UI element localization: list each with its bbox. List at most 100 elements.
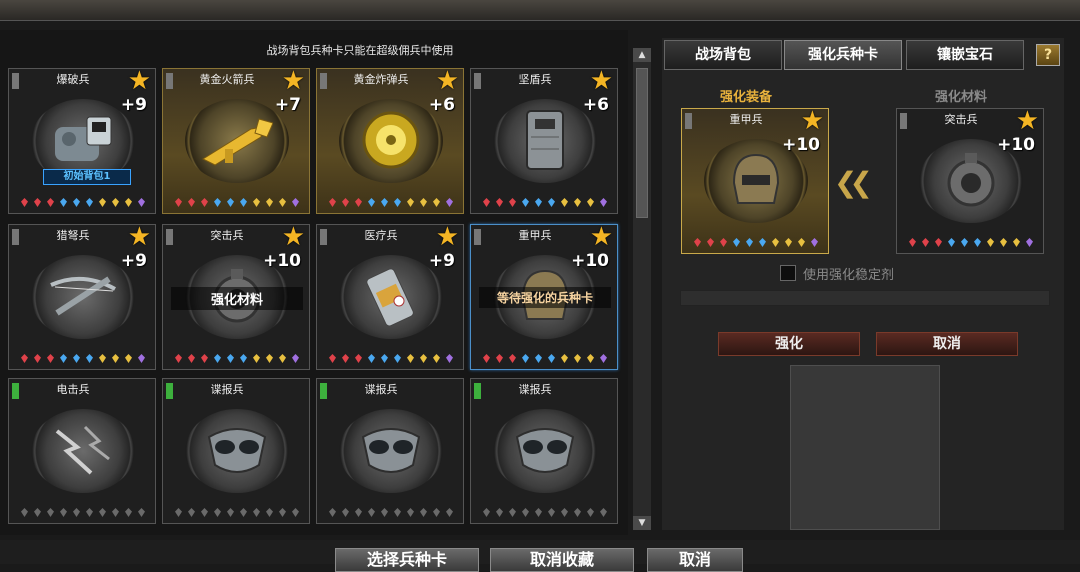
spy-mask-icon	[355, 419, 427, 481]
stabilizer-checkbox[interactable]	[780, 265, 796, 281]
gem-icon	[1000, 238, 1007, 247]
assault-gear-icon	[935, 149, 1007, 211]
gem-icon	[47, 198, 54, 207]
soldier-card[interactable]: 重甲兵 ★ +10 等待强化的兵种卡	[470, 224, 618, 370]
card-level: +9	[428, 251, 455, 271]
gem-icon	[483, 198, 490, 207]
gem-icon	[175, 354, 182, 363]
gem-icon	[720, 238, 727, 247]
gem-icon	[60, 198, 67, 207]
gem-icon	[47, 354, 54, 363]
enhance-progress-bar	[680, 290, 1050, 306]
enhance-target-slot[interactable]: 重甲兵 ★ +10	[681, 108, 829, 254]
card-name: 重甲兵	[729, 113, 763, 126]
gem-icon	[292, 198, 299, 207]
help-icon[interactable]: ?	[1036, 44, 1060, 66]
soldier-card[interactable]: 谍报兵	[316, 378, 464, 524]
gem-slots	[175, 354, 299, 364]
gem-icon	[34, 198, 41, 207]
tab-inlay-gem[interactable]: 镶嵌宝石	[906, 40, 1024, 70]
star-icon: ★	[127, 222, 151, 252]
gem-icon	[446, 508, 453, 517]
soldier-card[interactable]: 突击兵 ★ +10 强化材料	[162, 224, 310, 370]
gem-icon	[125, 198, 132, 207]
gem-icon	[407, 198, 414, 207]
gem-icon	[574, 508, 581, 517]
card-name: 突击兵	[944, 113, 978, 126]
gem-icon	[329, 354, 336, 363]
card-level: +9	[120, 95, 147, 115]
gem-icon	[73, 198, 80, 207]
tab-enhance-card[interactable]: 强化兵种卡	[784, 40, 902, 70]
gem-icon	[253, 354, 260, 363]
tab-battle-backpack[interactable]: 战场背包	[664, 40, 782, 70]
gem-icon	[574, 354, 581, 363]
gem-icon	[201, 508, 208, 517]
gem-icon	[73, 508, 80, 517]
star-icon: ★	[589, 66, 613, 96]
card-name: 黄金火箭兵	[199, 73, 255, 86]
gem-icon	[279, 198, 286, 207]
gem-icon	[446, 354, 453, 363]
gem-icon	[125, 354, 132, 363]
gem-icon	[292, 508, 299, 517]
card-name: 坚盾兵	[518, 73, 552, 86]
soldier-card[interactable]: 坚盾兵 ★ +6	[470, 68, 618, 214]
gem-icon	[446, 198, 453, 207]
gem-slots	[483, 508, 607, 518]
soldier-card[interactable]: 谍报兵	[162, 378, 310, 524]
select-card-button[interactable]: 选择兵种卡	[335, 548, 479, 572]
gem-icon	[21, 198, 28, 207]
gem-icon	[509, 508, 516, 517]
card-name: 谍报兵	[518, 383, 552, 396]
card-name: 猎弩兵	[56, 229, 90, 242]
gem-icon	[355, 508, 362, 517]
gem-icon	[974, 238, 981, 247]
unfavorite-button[interactable]: 取消收藏	[490, 548, 634, 572]
gem-icon	[227, 198, 234, 207]
gem-icon	[138, 354, 145, 363]
inventory-scrollbar[interactable]: ▲ ▼	[633, 48, 651, 530]
gem-slots	[329, 508, 453, 518]
gem-icon	[509, 198, 516, 207]
soldier-card[interactable]: 谍报兵	[470, 378, 618, 524]
enhance-button[interactable]: 强化	[718, 332, 860, 356]
scroll-up-icon[interactable]: ▲	[633, 48, 651, 62]
gem-icon	[707, 238, 714, 247]
card-name: 医疗兵	[364, 229, 398, 242]
cancel-enhance-button[interactable]: 取消	[876, 332, 1018, 356]
gem-icon	[86, 508, 93, 517]
soldier-card[interactable]: 黄金火箭兵 ★ +7	[162, 68, 310, 214]
gem-icon	[342, 354, 349, 363]
card-name: 电击兵	[56, 383, 90, 396]
gem-slots	[483, 354, 607, 364]
scroll-down-icon[interactable]: ▼	[633, 516, 651, 530]
gem-icon	[483, 508, 490, 517]
soldier-card[interactable]: 电击兵	[8, 378, 156, 524]
gem-icon	[561, 354, 568, 363]
gem-slots	[21, 508, 145, 518]
gem-icon	[548, 508, 555, 517]
gem-icon	[394, 354, 401, 363]
card-level: +6	[582, 95, 609, 115]
gem-icon	[253, 508, 260, 517]
soldier-card[interactable]: 猎弩兵 ★ +9	[8, 224, 156, 370]
cancel-button[interactable]: 取消	[647, 548, 743, 572]
gem-icon	[99, 354, 106, 363]
gem-icon	[772, 238, 779, 247]
gem-icon	[522, 508, 529, 517]
gem-icon	[201, 354, 208, 363]
soldier-card[interactable]: 黄金炸弹兵 ★ +6	[316, 68, 464, 214]
card-level: +10	[997, 135, 1035, 155]
soldier-card[interactable]: 爆破兵 ★ +9 初始背包1	[8, 68, 156, 214]
medkit-canister-icon	[355, 265, 427, 327]
gem-icon	[587, 508, 594, 517]
gem-icon	[548, 354, 555, 363]
top-frame-bar	[0, 0, 1080, 21]
enhance-material-slot[interactable]: 突击兵 ★ +10	[896, 108, 1044, 254]
gem-slots	[909, 238, 1033, 248]
scroll-thumb[interactable]	[636, 68, 648, 218]
gem-slots	[175, 198, 299, 208]
gem-icon	[99, 198, 106, 207]
soldier-card[interactable]: 医疗兵 ★ +9	[316, 224, 464, 370]
